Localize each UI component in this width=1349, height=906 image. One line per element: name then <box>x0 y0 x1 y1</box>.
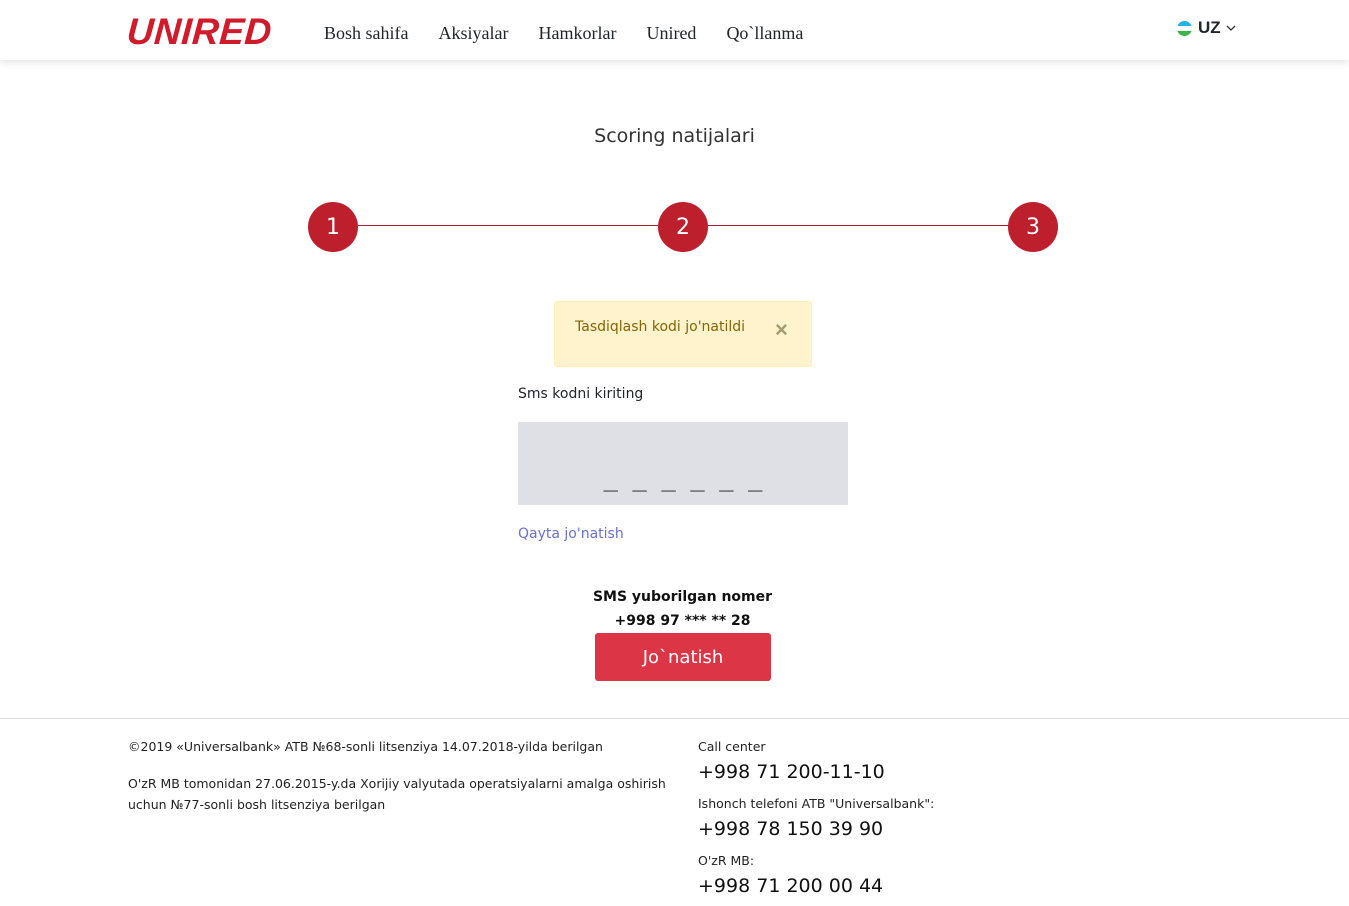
sms-sent-number: +998 97 *** ** 28 <box>614 613 751 629</box>
call-center-label: Call center <box>698 739 766 754</box>
alert-message: Tasdiqlash kodi jo'natildi <box>575 319 746 335</box>
cbu-phone[interactable]: +998 71 200 00 44 <box>698 875 883 897</box>
footer-divider <box>0 718 1349 719</box>
step-1: 1 <box>308 202 358 252</box>
stepper: 1 2 3 <box>0 0 1349 300</box>
sms-sent-alert: Tasdiqlash kodi jo'natildi × <box>554 301 812 367</box>
sms-code-input[interactable] <box>518 422 848 505</box>
step-3: 3 <box>1008 202 1058 252</box>
cbu-phone-label: O'zR MB: <box>698 853 755 868</box>
call-center-phone[interactable]: +998 71 200-11-10 <box>698 761 885 783</box>
resend-link[interactable]: Qayta jo'natish <box>518 526 624 542</box>
footer-license: ©2019 «Universalbank» ATB №68-sonli lits… <box>128 739 603 754</box>
sms-code-label: Sms kodni kiriting <box>518 386 644 402</box>
submit-button[interactable]: Jo`natish <box>595 633 771 681</box>
sms-sent-label: SMS yuborilgan nomer <box>592 589 773 605</box>
step-connector <box>708 225 1008 226</box>
footer-license-2-line2: uchun №77-sonli bosh litsenziya berilgan <box>128 797 386 812</box>
trust-phone[interactable]: +998 78 150 39 90 <box>698 818 883 840</box>
step-connector <box>358 225 658 226</box>
close-icon[interactable]: × <box>775 319 788 341</box>
footer-license-2-line1: O'zR MB tomonidan 27.06.2015-y.da Xoriji… <box>128 776 666 791</box>
step-2: 2 <box>658 202 708 252</box>
trust-phone-label: Ishonch telefoni ATB "Universalbank": <box>698 796 935 811</box>
